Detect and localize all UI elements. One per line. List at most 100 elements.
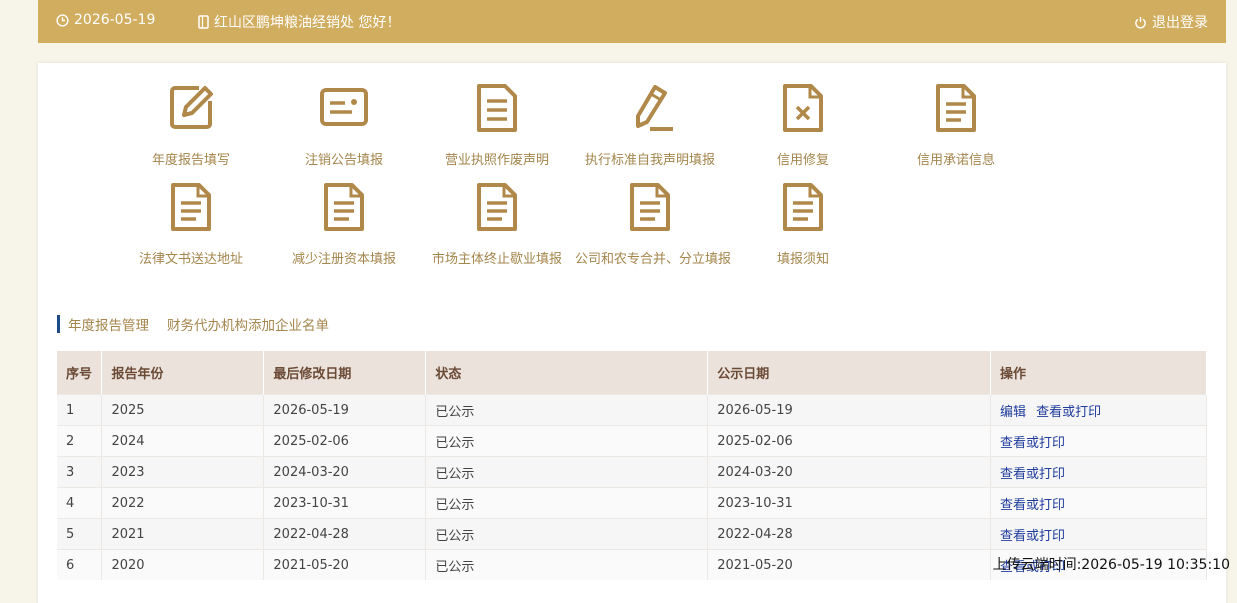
header-status: 状态 (425, 351, 709, 395)
edit-icon (116, 83, 266, 141)
table-row: 2 2024 2025-02-06 已公示 2025-02-06 查看或打印 (57, 425, 1207, 457)
tile-merger-split[interactable]: 公司和农专合并、分立填报 (575, 182, 732, 267)
clock-icon (56, 13, 69, 27)
tile-instructions[interactable]: 填报须知 (728, 182, 878, 267)
document-icon (422, 83, 572, 141)
document-icon (116, 182, 266, 240)
tile-label: 公司和农专合并、分立填报 (575, 252, 732, 267)
table-header-row: 序号 报告年份 最后修改日期 状态 公示日期 操作 (57, 351, 1207, 395)
section-tabs: 年度报告管理 财务代办机构添加企业名单 (57, 314, 339, 334)
document-icon (422, 182, 572, 240)
tile-label: 年度报告填写 (151, 153, 230, 168)
tile-termination[interactable]: 市场主体终止歇业填报 (422, 182, 572, 267)
cell-published: 2026-05-19 (707, 394, 992, 426)
cell-modified: 2023-10-31 (263, 487, 427, 519)
tab-annual-report-management[interactable]: 年度报告管理 (68, 314, 149, 334)
table-row: 3 2023 2024-03-20 已公示 2024-03-20 查看或打印 (57, 456, 1207, 488)
logout-button[interactable]: 退出登录 (1134, 12, 1208, 32)
header-year: 报告年份 (101, 351, 265, 395)
document-x-icon (728, 83, 878, 141)
cell-year: 2023 (101, 456, 265, 488)
tile-credit-repair[interactable]: 信用修复 (728, 83, 878, 168)
table-row: 1 2025 2026-05-19 已公示 2026-05-19 编辑 查看或打印 (57, 394, 1207, 426)
view-print-link[interactable]: 查看或打印 (1000, 436, 1065, 451)
cell-actions: 编辑 查看或打印 (990, 394, 1207, 426)
tile-label: 减少注册资本填报 (291, 252, 396, 267)
cell-published: 2025-02-06 (707, 425, 992, 457)
cell-year: 2022 (101, 487, 265, 519)
cell-no: 6 (57, 549, 103, 580)
tile-label: 执行标准自我声明填报 (584, 153, 715, 168)
cell-published: 2022-04-28 (707, 518, 992, 550)
header-modified: 最后修改日期 (263, 351, 427, 395)
document-icon (575, 182, 725, 240)
view-print-link[interactable]: 查看或打印 (1000, 529, 1065, 544)
phone-icon (198, 15, 209, 29)
greeting-text: 红山区鹏坤粮油经销处 您好！ (214, 15, 401, 31)
tile-label: 注销公告填报 (304, 153, 383, 168)
document-icon (728, 182, 878, 240)
cell-modified: 2021-05-20 (263, 549, 427, 580)
tile-license-void[interactable]: 营业执照作废声明 (422, 83, 572, 168)
cell-status: 已公示 (425, 425, 709, 457)
header-published: 公示日期 (707, 351, 992, 395)
top-bar: 2026-05-19 红山区鹏坤粮油经销处 您好！ 退出登录 (38, 0, 1226, 43)
document-icon (269, 182, 419, 240)
cell-published: 2021-05-20 (707, 549, 992, 580)
tile-label: 填报须知 (776, 252, 829, 267)
cell-no: 5 (57, 518, 103, 550)
cell-no: 3 (57, 456, 103, 488)
tile-label: 营业执照作废声明 (444, 153, 549, 168)
cell-actions: 查看或打印 (990, 487, 1207, 519)
tile-credit-commitment[interactable]: 信用承诺信息 (881, 83, 1031, 168)
upload-timestamp: 上传云端时间:2026-05-19 10:35:10 (992, 557, 1230, 573)
cell-status: 已公示 (425, 549, 709, 580)
cell-year: 2024 (101, 425, 265, 457)
id-card-icon (269, 83, 419, 141)
table-row: 4 2022 2023-10-31 已公示 2023-10-31 查看或打印 (57, 487, 1207, 519)
tile-legal-address[interactable]: 法律文书送达地址 (116, 182, 266, 267)
tile-label: 法律文书送达地址 (138, 252, 243, 267)
cell-status: 已公示 (425, 518, 709, 550)
cell-actions: 查看或打印 (990, 518, 1207, 550)
cell-year: 2020 (101, 549, 265, 580)
pencil-icon (575, 83, 725, 141)
view-print-link[interactable]: 查看或打印 (1000, 467, 1065, 482)
greeting: 红山区鹏坤粮油经销处 您好！ (198, 12, 400, 32)
view-print-link[interactable]: 查看或打印 (1036, 405, 1101, 420)
cell-status: 已公示 (425, 394, 709, 426)
cell-year: 2021 (101, 518, 265, 550)
view-print-link[interactable]: 查看或打印 (1000, 498, 1065, 513)
tile-label: 市场主体终止歇业填报 (431, 252, 562, 267)
cell-no: 2 (57, 425, 103, 457)
header-no: 序号 (57, 351, 103, 395)
cell-modified: 2025-02-06 (263, 425, 427, 457)
report-table: 序号 报告年份 最后修改日期 状态 公示日期 操作 1 2025 2026-05… (57, 351, 1207, 580)
document-icon (881, 83, 1031, 141)
header-actions: 操作 (990, 351, 1207, 395)
main-card: 年度报告填写 注销公告填报 营业执照作废声明 执行标准自我声明填报 信用修复 信… (38, 63, 1226, 603)
tile-capital-reduction[interactable]: 减少注册资本填报 (269, 182, 419, 267)
tile-annual-report[interactable]: 年度报告填写 (116, 83, 266, 168)
cell-published: 2024-03-20 (707, 456, 992, 488)
cell-actions: 查看或打印 (990, 425, 1207, 457)
cell-published: 2023-10-31 (707, 487, 992, 519)
tile-cancellation-notice[interactable]: 注销公告填报 (269, 83, 419, 168)
cell-actions: 查看或打印 (990, 456, 1207, 488)
edit-link[interactable]: 编辑 (1000, 405, 1026, 420)
tile-label: 信用修复 (776, 153, 829, 168)
cell-year: 2025 (101, 394, 265, 426)
table-row: 5 2021 2022-04-28 已公示 2022-04-28 查看或打印 (57, 518, 1207, 550)
cell-modified: 2022-04-28 (263, 518, 427, 550)
cell-no: 4 (57, 487, 103, 519)
power-icon (1135, 16, 1146, 29)
cell-no: 1 (57, 394, 103, 426)
logout-label: 退出登录 (1152, 15, 1208, 31)
date-display: 2026-05-19 (56, 12, 155, 28)
cell-status: 已公示 (425, 456, 709, 488)
cell-modified: 2026-05-19 (263, 394, 427, 426)
current-date: 2026-05-19 (74, 12, 156, 28)
tab-agency-company-list[interactable]: 财务代办机构添加企业名单 (167, 314, 329, 334)
tile-standard-declaration[interactable]: 执行标准自我声明填报 (575, 83, 725, 168)
cell-modified: 2024-03-20 (263, 456, 427, 488)
